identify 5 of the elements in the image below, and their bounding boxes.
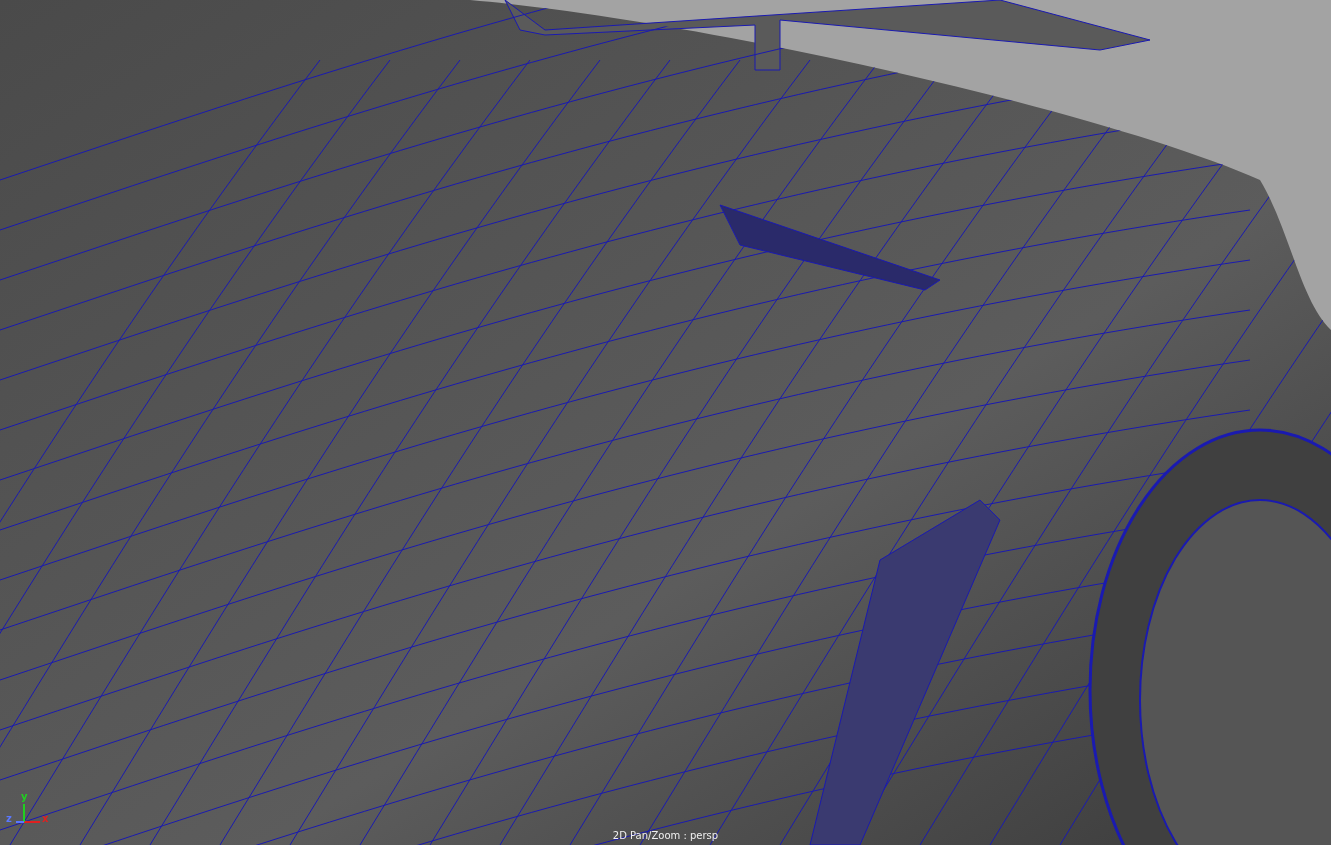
status-text: 2D Pan/Zoom : persp bbox=[612, 830, 719, 841]
axis-label: z bbox=[6, 814, 12, 824]
viewport[interactable]: x y z 2D Pan/Zoom : persp bbox=[0, 0, 1331, 845]
axis-label: x bbox=[42, 814, 49, 824]
axis-label: y bbox=[21, 792, 28, 802]
